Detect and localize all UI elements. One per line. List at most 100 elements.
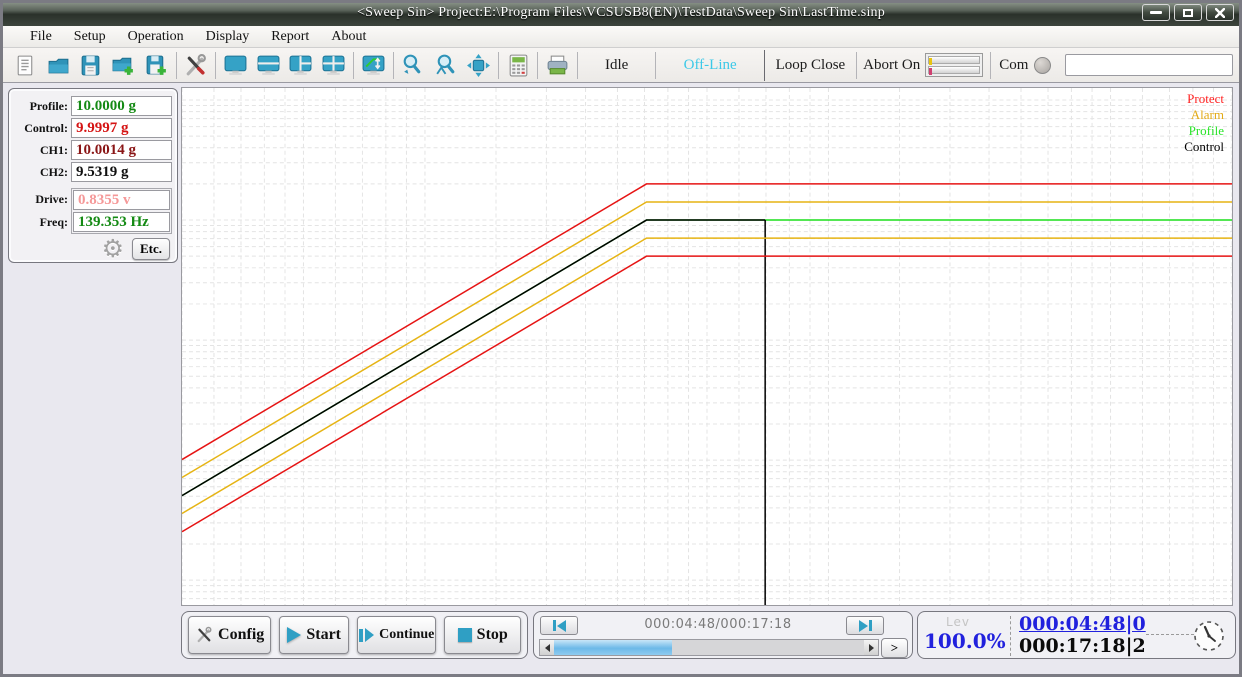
close-button[interactable] [1206, 4, 1234, 21]
menu-about[interactable]: About [320, 28, 377, 46]
new-file-icon [13, 53, 38, 78]
transport-time: 000:04:48/000:17:18 [594, 617, 842, 632]
freq-label: Freq: [13, 211, 71, 234]
layout-single-button[interactable] [219, 50, 252, 80]
maximize-button[interactable] [1174, 4, 1202, 21]
save-as-button[interactable] [140, 50, 173, 80]
config-button[interactable]: Config [188, 616, 271, 654]
abort-tick-yellow [929, 58, 932, 65]
menu-report[interactable]: Report [260, 28, 320, 46]
continue-icon [359, 628, 374, 642]
new-project-button[interactable] [9, 50, 42, 80]
print-button[interactable] [541, 50, 574, 80]
level-label: Lev [946, 615, 970, 629]
layout-quad-button[interactable] [317, 50, 350, 80]
elapsed-time: 000:04:48|0 [1019, 613, 1146, 635]
start-button[interactable]: Start [279, 616, 349, 654]
toolbar-separator [353, 52, 354, 79]
ch1-value: 10.0014 g [71, 140, 172, 160]
tools-button[interactable] [179, 50, 212, 80]
zoom-select-icon [433, 53, 458, 78]
clock-icon [1191, 618, 1227, 654]
toolbar: Idle Off-Line Loop Close Abort On Com [3, 48, 1239, 83]
pan-button[interactable] [462, 50, 495, 80]
sweep-chart[interactable]: Protect Alarm Profile Control [181, 87, 1233, 606]
legend-alarm: Alarm [1184, 107, 1224, 123]
continue-button-label: Continue [379, 627, 434, 643]
skip-to-end-button[interactable] [846, 616, 884, 635]
toolbar-separator [498, 52, 499, 79]
profile-label: Profile: [13, 99, 71, 114]
open-project-button[interactable] [42, 50, 75, 80]
stop-button-label: Stop [477, 626, 508, 644]
menu-operation[interactable]: Operation [117, 28, 195, 46]
stop-button[interactable]: Stop [444, 616, 521, 654]
tools-icon [183, 53, 208, 78]
minimize-button[interactable] [1142, 4, 1170, 21]
toolbar-separator [393, 52, 394, 79]
com-message-field[interactable] [1065, 54, 1233, 76]
start-button-label: Start [306, 626, 341, 644]
config-tools-icon [195, 626, 213, 644]
profile-value: 10.0000 g [71, 96, 172, 116]
config-button-label: Config [218, 626, 264, 644]
calculator-button[interactable] [502, 50, 535, 80]
level-value: 100.0% [924, 629, 1006, 653]
abort-tick-red [929, 68, 932, 75]
zoom-select-button[interactable] [429, 50, 462, 80]
scroll-left-arrow[interactable] [540, 640, 554, 655]
legend-control: Control [1184, 139, 1224, 155]
status-abort-label: Abort On [863, 50, 920, 80]
open-add-button[interactable] [107, 50, 140, 80]
progress-scrollbar[interactable] [539, 639, 879, 656]
layout-two-rows-button[interactable] [252, 50, 285, 80]
skip-start-icon [557, 620, 566, 632]
status-loop-mode: Loop Close [768, 50, 853, 80]
save-button[interactable] [74, 50, 107, 80]
auto-scale-icon [361, 53, 386, 78]
save-add-icon [144, 53, 169, 78]
settings-gear-icon[interactable]: ⚙ [102, 237, 124, 261]
printer-icon [545, 53, 570, 78]
pan-icon [466, 53, 491, 78]
minimize-icon [1150, 11, 1162, 14]
expand-button[interactable]: > [881, 638, 908, 658]
freq-value: 139.353 Hz [73, 212, 170, 232]
status-connection: Off-Line [659, 50, 761, 80]
layout-one-two-button[interactable] [285, 50, 318, 80]
play-icon [287, 627, 301, 643]
level-time-group: Lev 100.0% 000:04:48|0 000:17:18|2 [917, 611, 1236, 659]
menu-file[interactable]: File [19, 28, 63, 46]
status-separator [764, 50, 765, 81]
menu-setup[interactable]: Setup [63, 28, 117, 46]
layout-quad-icon [321, 53, 346, 78]
chart-canvas[interactable] [182, 88, 1232, 605]
run-controls-group: Config Start Continue Stop [181, 611, 528, 659]
status-state: Idle [581, 50, 652, 80]
drive-value: 0.8355 v [73, 190, 170, 210]
etc-button[interactable]: Etc. [132, 238, 170, 260]
divider [1010, 616, 1011, 656]
scroll-track[interactable] [554, 640, 864, 655]
save-icon [78, 53, 103, 78]
window-title: <Sweep Sin> Project:E:\Program Files\VCS… [357, 5, 885, 21]
close-icon [1215, 8, 1225, 18]
menu-display[interactable]: Display [195, 28, 261, 46]
status-com-label: Com [999, 50, 1028, 80]
zoom-in-icon [400, 53, 425, 78]
scroll-right-arrow[interactable] [864, 640, 878, 655]
status-separator [856, 52, 857, 79]
calculator-icon [506, 53, 531, 78]
chart-legend: Protect Alarm Profile Control [1184, 91, 1224, 155]
skip-end-icon [859, 620, 868, 632]
skip-to-start-button[interactable] [540, 616, 578, 635]
ch1-label: CH1: [13, 143, 71, 158]
layout-one-two-icon [288, 53, 313, 78]
legend-protect: Protect [1184, 91, 1224, 107]
zoom-in-button[interactable] [397, 50, 430, 80]
continue-button[interactable]: Continue [357, 616, 436, 654]
readings-panel: Profile: 10.0000 g Control: 9.9997 g CH1… [8, 88, 178, 263]
ch2-label: CH2: [13, 165, 71, 180]
skip-start-icon [553, 620, 556, 631]
auto-scale-button[interactable] [357, 50, 390, 80]
